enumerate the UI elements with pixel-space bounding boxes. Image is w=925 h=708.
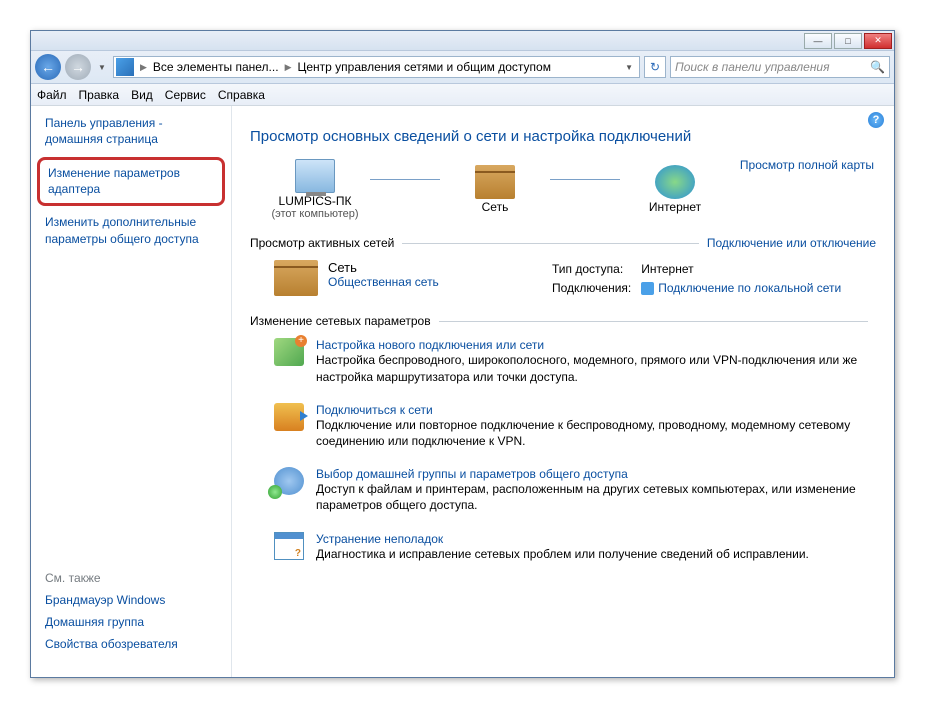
netmap-node-label: Интернет <box>649 200 701 214</box>
access-type-value: Интернет <box>641 260 841 279</box>
menu-tools[interactable]: Сервис <box>165 88 206 102</box>
task-connect-network: Подключиться к сети Подключение или повт… <box>274 403 876 449</box>
globe-icon <box>655 165 695 199</box>
maximize-button[interactable]: □ <box>834 33 862 49</box>
address-bar: ← → ▼ ▶ Все элементы панел... ▶ Центр уп… <box>31 51 894 84</box>
connection-name: Подключение по локальной сети <box>658 279 841 298</box>
window-frame: — □ ✕ ← → ▼ ▶ Все элементы панел... ▶ Це… <box>30 30 895 678</box>
connect-disconnect-link[interactable]: Подключение или отключение <box>707 236 876 250</box>
sidebar-adapter-settings-link[interactable]: Изменение параметров адаптера <box>37 157 225 206</box>
active-network-details: Тип доступа: Подключения: Интернет Подкл… <box>552 260 841 298</box>
menu-view[interactable]: Вид <box>131 88 153 102</box>
view-full-map-link[interactable]: Просмотр полной карты <box>740 158 874 172</box>
sidebar-home-link[interactable]: Панель управления - домашняя страница <box>45 116 217 147</box>
new-connection-icon <box>274 338 304 366</box>
netmap-connector <box>370 179 440 180</box>
netmap-connector <box>550 179 620 180</box>
menu-file[interactable]: Файл <box>37 88 67 102</box>
ethernet-icon <box>641 282 654 295</box>
nav-back-button[interactable]: ← <box>35 54 61 80</box>
sidebar: Панель управления - домашняя страница Из… <box>31 106 231 677</box>
close-button[interactable]: ✕ <box>864 33 892 49</box>
section-title: Просмотр активных сетей <box>250 236 394 250</box>
page-title: Просмотр основных сведений о сети и наст… <box>250 128 876 145</box>
divider <box>402 243 699 244</box>
homegroup-icon <box>274 467 304 495</box>
breadcrumb-sep-icon: ▶ <box>138 62 149 73</box>
connections-label: Подключения: <box>552 279 631 298</box>
task-description: Диагностика и исправление сетевых пробле… <box>316 546 809 562</box>
task-description: Доступ к файлам и принтерам, расположенн… <box>316 481 876 513</box>
connect-network-icon <box>274 403 304 431</box>
connection-link[interactable]: Подключение по локальной сети <box>641 279 841 298</box>
refresh-button[interactable]: ↻ <box>644 56 666 78</box>
sidebar-seealso: См. также Брандмауэр Windows Домашняя гр… <box>45 571 217 667</box>
task-title-link[interactable]: Устранение неполадок <box>316 532 443 546</box>
main-panel: ? Просмотр основных сведений о сети и на… <box>231 106 894 677</box>
network-name: Сеть <box>328 260 439 275</box>
task-description: Подключение или повторное подключение к … <box>316 417 876 449</box>
search-icon[interactable]: 🔍 <box>870 60 885 74</box>
netmap-node-label: Сеть <box>482 200 509 214</box>
help-icon[interactable]: ? <box>868 112 884 128</box>
content-body: Панель управления - домашняя страница Из… <box>31 106 894 677</box>
change-settings-header: Изменение сетевых параметров <box>250 314 876 328</box>
task-description: Настройка беспроводного, широкополосного… <box>316 352 876 384</box>
netmap-node-sublabel: (этот компьютер) <box>271 208 358 220</box>
task-title-link[interactable]: Настройка нового подключения или сети <box>316 338 544 352</box>
titlebar: — □ ✕ <box>31 31 894 51</box>
bench-icon <box>475 165 515 199</box>
breadcrumb-dropdown-icon[interactable]: ▼ <box>621 63 637 72</box>
active-network-row: Сеть Общественная сеть Тип доступа: Подк… <box>274 260 876 298</box>
menu-help[interactable]: Справка <box>218 88 265 102</box>
search-placeholder: Поиск в панели управления <box>675 60 830 74</box>
sidebar-homegroup-link[interactable]: Домашняя группа <box>45 615 217 629</box>
network-type-link[interactable]: Общественная сеть <box>328 275 439 289</box>
breadcrumb-sep-icon: ▶ <box>283 62 294 73</box>
netmap-internet[interactable]: Интернет <box>610 165 740 214</box>
access-type-label: Тип доступа: <box>552 260 631 279</box>
troubleshoot-icon <box>274 532 304 560</box>
task-title-link[interactable]: Подключиться к сети <box>316 403 433 417</box>
task-title-link[interactable]: Выбор домашней группы и параметров общег… <box>316 467 628 481</box>
active-network-info: Сеть Общественная сеть <box>274 260 534 298</box>
minimize-button[interactable]: — <box>804 33 832 49</box>
sidebar-sharing-settings-link[interactable]: Изменить дополнительные параметры общего… <box>45 214 217 246</box>
computer-icon <box>295 159 335 193</box>
task-homegroup: Выбор домашней группы и параметров общег… <box>274 467 876 513</box>
task-troubleshoot: Устранение неполадок Диагностика и испра… <box>274 532 876 562</box>
task-new-connection: Настройка нового подключения или сети На… <box>274 338 876 384</box>
sidebar-seealso-label: См. также <box>45 571 217 585</box>
control-panel-icon <box>116 58 134 76</box>
sidebar-internet-options-link[interactable]: Свойства обозревателя <box>45 637 217 651</box>
menu-edit[interactable]: Правка <box>79 88 120 102</box>
netmap-this-computer[interactable]: LUMPICS-ПК (этот компьютер) <box>250 159 380 220</box>
breadcrumb-item[interactable]: Все элементы панел... <box>149 60 283 74</box>
active-networks-header: Просмотр активных сетей Подключение или … <box>250 236 876 250</box>
nav-forward-button[interactable]: → <box>65 54 91 80</box>
bench-icon <box>274 260 318 296</box>
breadcrumb-item[interactable]: Центр управления сетями и общим доступом <box>293 60 555 74</box>
nav-history-dropdown[interactable]: ▼ <box>95 55 109 79</box>
task-list: Настройка нового подключения или сети На… <box>274 338 876 561</box>
netmap-node-label: LUMPICS-ПК <box>279 194 352 208</box>
divider <box>439 321 868 322</box>
sidebar-firewall-link[interactable]: Брандмауэр Windows <box>45 593 217 607</box>
breadcrumb-box[interactable]: ▶ Все элементы панел... ▶ Центр управлен… <box>113 56 640 78</box>
netmap-network[interactable]: Сеть <box>430 165 560 214</box>
section-title: Изменение сетевых параметров <box>250 314 431 328</box>
search-input[interactable]: Поиск в панели управления 🔍 <box>670 56 890 78</box>
menu-bar: Файл Правка Вид Сервис Справка <box>31 84 894 106</box>
